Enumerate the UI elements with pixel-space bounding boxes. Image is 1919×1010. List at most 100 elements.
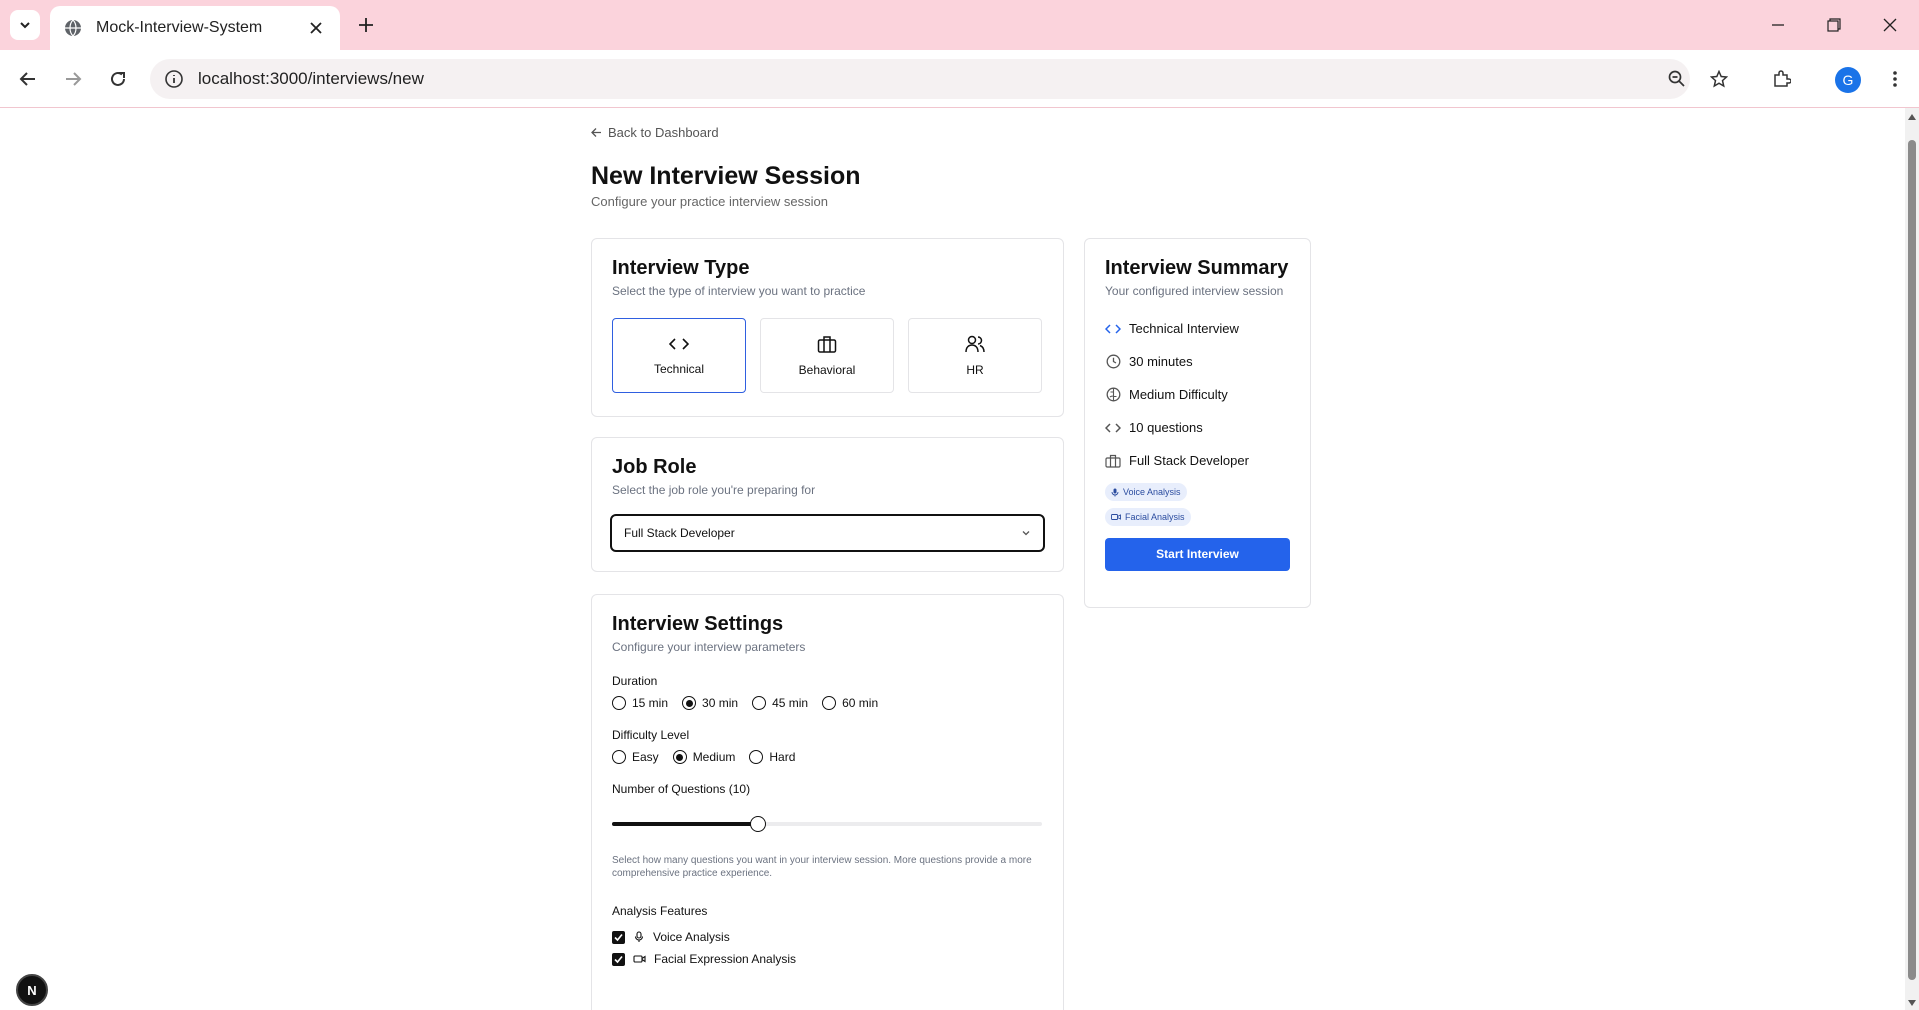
radio-button[interactable] [822, 696, 837, 710]
scrollbar-thumb[interactable] [1908, 140, 1916, 980]
radio-label: Hard [769, 750, 796, 764]
nextjs-dev-indicator[interactable]: N [16, 974, 48, 1006]
summary-subtitle: Your configured interview session [1105, 284, 1284, 298]
globe-icon [64, 19, 82, 37]
type-label: Technical [653, 361, 705, 376]
close-window-button[interactable] [1870, 10, 1910, 40]
arrow-right-icon [66, 72, 82, 86]
radio-button[interactable] [752, 696, 767, 710]
page-subtitle: Configure your practice interview sessio… [591, 194, 828, 209]
bookmark-button[interactable] [1699, 59, 1739, 99]
voice-analysis-label: Voice Analysis [653, 930, 730, 944]
close-icon [1883, 18, 1897, 32]
voice-analysis-checkbox[interactable] [612, 930, 625, 944]
scroll-down-icon[interactable] [1908, 1000, 1916, 1006]
job-role-title: Job Role [612, 456, 697, 478]
job-role-select[interactable]: Full Stack Developer [610, 514, 1045, 552]
radio-label: Medium [692, 750, 736, 764]
facial-analysis-option[interactable]: Facial Expression Analysis [612, 952, 1043, 966]
radio-button[interactable] [749, 750, 764, 764]
settings-title: Interview Settings [612, 613, 784, 635]
reload-icon [111, 71, 125, 86]
difficulty-option-hard[interactable]: Hard [749, 750, 795, 764]
tab-search-button[interactable] [10, 10, 40, 40]
difficulty-option-medium[interactable]: Medium [672, 750, 736, 764]
interview-type-behavioral[interactable]: Behavioral [760, 318, 894, 393]
profile-avatar[interactable]: G [1835, 67, 1861, 93]
code-icon [1105, 321, 1121, 337]
briefcase-icon [817, 335, 837, 353]
page-viewport: Back to Dashboard New Interview Session … [0, 108, 1905, 1010]
restore-icon [1827, 18, 1841, 32]
interview-type-card: Interview Type Select the type of interv… [591, 238, 1064, 417]
site-info-icon[interactable] [164, 69, 184, 89]
address-bar[interactable]: localhost:3000/interviews/new [150, 59, 1690, 99]
slider-thumb[interactable] [750, 816, 767, 832]
browser-menu-button[interactable] [1875, 59, 1915, 99]
badge-label: Voice Analysis [1123, 487, 1181, 497]
summary-item-text: Full Stack Developer [1129, 453, 1249, 468]
back-button[interactable] [12, 63, 44, 95]
radio-button[interactable] [612, 696, 626, 710]
type-label: HR [966, 362, 984, 377]
page-scrollbar[interactable] [1905, 108, 1919, 1010]
type-label: Behavioral [798, 362, 856, 377]
chevron-down-icon [1022, 531, 1030, 536]
duration-radio-group: 15 min 30 min 45 min 60 min [612, 696, 1043, 710]
arrow-left-icon [19, 72, 35, 86]
interview-type-hr[interactable]: HR [908, 318, 1042, 393]
start-interview-button[interactable]: Start Interview [1105, 537, 1290, 571]
duration-option-45[interactable]: 45 min [752, 696, 808, 710]
summary-item-text: 30 minutes [1129, 354, 1193, 369]
url-text: localhost:3000/interviews/new [198, 69, 424, 88]
radio-button[interactable] [672, 750, 687, 764]
users-icon [965, 335, 985, 352]
voice-analysis-badge: Voice Analysis [1105, 483, 1187, 501]
zoom-button[interactable] [1657, 59, 1697, 99]
page-title: New Interview Session [591, 162, 861, 190]
reload-button[interactable] [102, 63, 134, 95]
video-icon [1111, 513, 1121, 520]
extensions-button[interactable] [1762, 59, 1802, 99]
plus-icon [359, 18, 373, 32]
interview-type-technical[interactable]: Technical [612, 318, 746, 393]
check-icon [614, 955, 623, 963]
radio-label: 15 min [632, 696, 669, 710]
duration-option-30[interactable]: 30 min [682, 696, 738, 710]
close-tab-icon[interactable] [306, 18, 326, 38]
duration-label: Duration [612, 674, 658, 688]
radio-button[interactable] [612, 750, 626, 764]
summary-item-text: 10 questions [1129, 420, 1203, 435]
voice-analysis-option[interactable]: Voice Analysis [612, 930, 1043, 944]
forward-button[interactable] [57, 63, 89, 95]
questions-slider[interactable] [612, 816, 1042, 832]
questions-help-text: Select how many questions you want in yo… [612, 855, 1032, 879]
star-icon [1710, 70, 1728, 88]
interview-settings-card: Interview Settings Configure your interv… [591, 594, 1064, 1010]
new-tab-button[interactable] [353, 12, 379, 38]
facial-analysis-checkbox[interactable] [612, 952, 625, 966]
radio-button[interactable] [682, 696, 697, 710]
difficulty-option-easy[interactable]: Easy [612, 750, 659, 764]
summary-item-text: Medium Difficulty [1129, 387, 1228, 402]
interview-summary-card: Interview Summary Your configured interv… [1084, 238, 1311, 608]
job-role-card: Job Role Select the job role you're prep… [591, 437, 1064, 572]
video-icon [633, 955, 646, 963]
back-to-dashboard-link[interactable]: Back to Dashboard [591, 125, 719, 140]
browser-tab[interactable]: Mock-Interview-System [50, 6, 340, 50]
settings-subtitle: Configure your interview parameters [612, 640, 806, 654]
summary-item-questions: 10 questions [1105, 411, 1290, 444]
mic-icon [1111, 488, 1119, 496]
duration-option-60[interactable]: 60 min [822, 696, 878, 710]
summary-item-type: Technical Interview [1105, 312, 1290, 345]
scroll-up-icon[interactable] [1908, 114, 1916, 120]
minimize-icon [1772, 24, 1784, 26]
restore-button[interactable] [1814, 10, 1854, 40]
slider-fill [612, 822, 759, 826]
minimize-button[interactable] [1758, 10, 1798, 40]
code-icon [1105, 420, 1121, 436]
browser-tab-strip: Mock-Interview-System [0, 0, 1919, 50]
duration-option-15[interactable]: 15 min [612, 696, 668, 710]
summary-item-difficulty: Medium Difficulty [1105, 378, 1290, 411]
difficulty-label: Difficulty Level [612, 728, 690, 742]
